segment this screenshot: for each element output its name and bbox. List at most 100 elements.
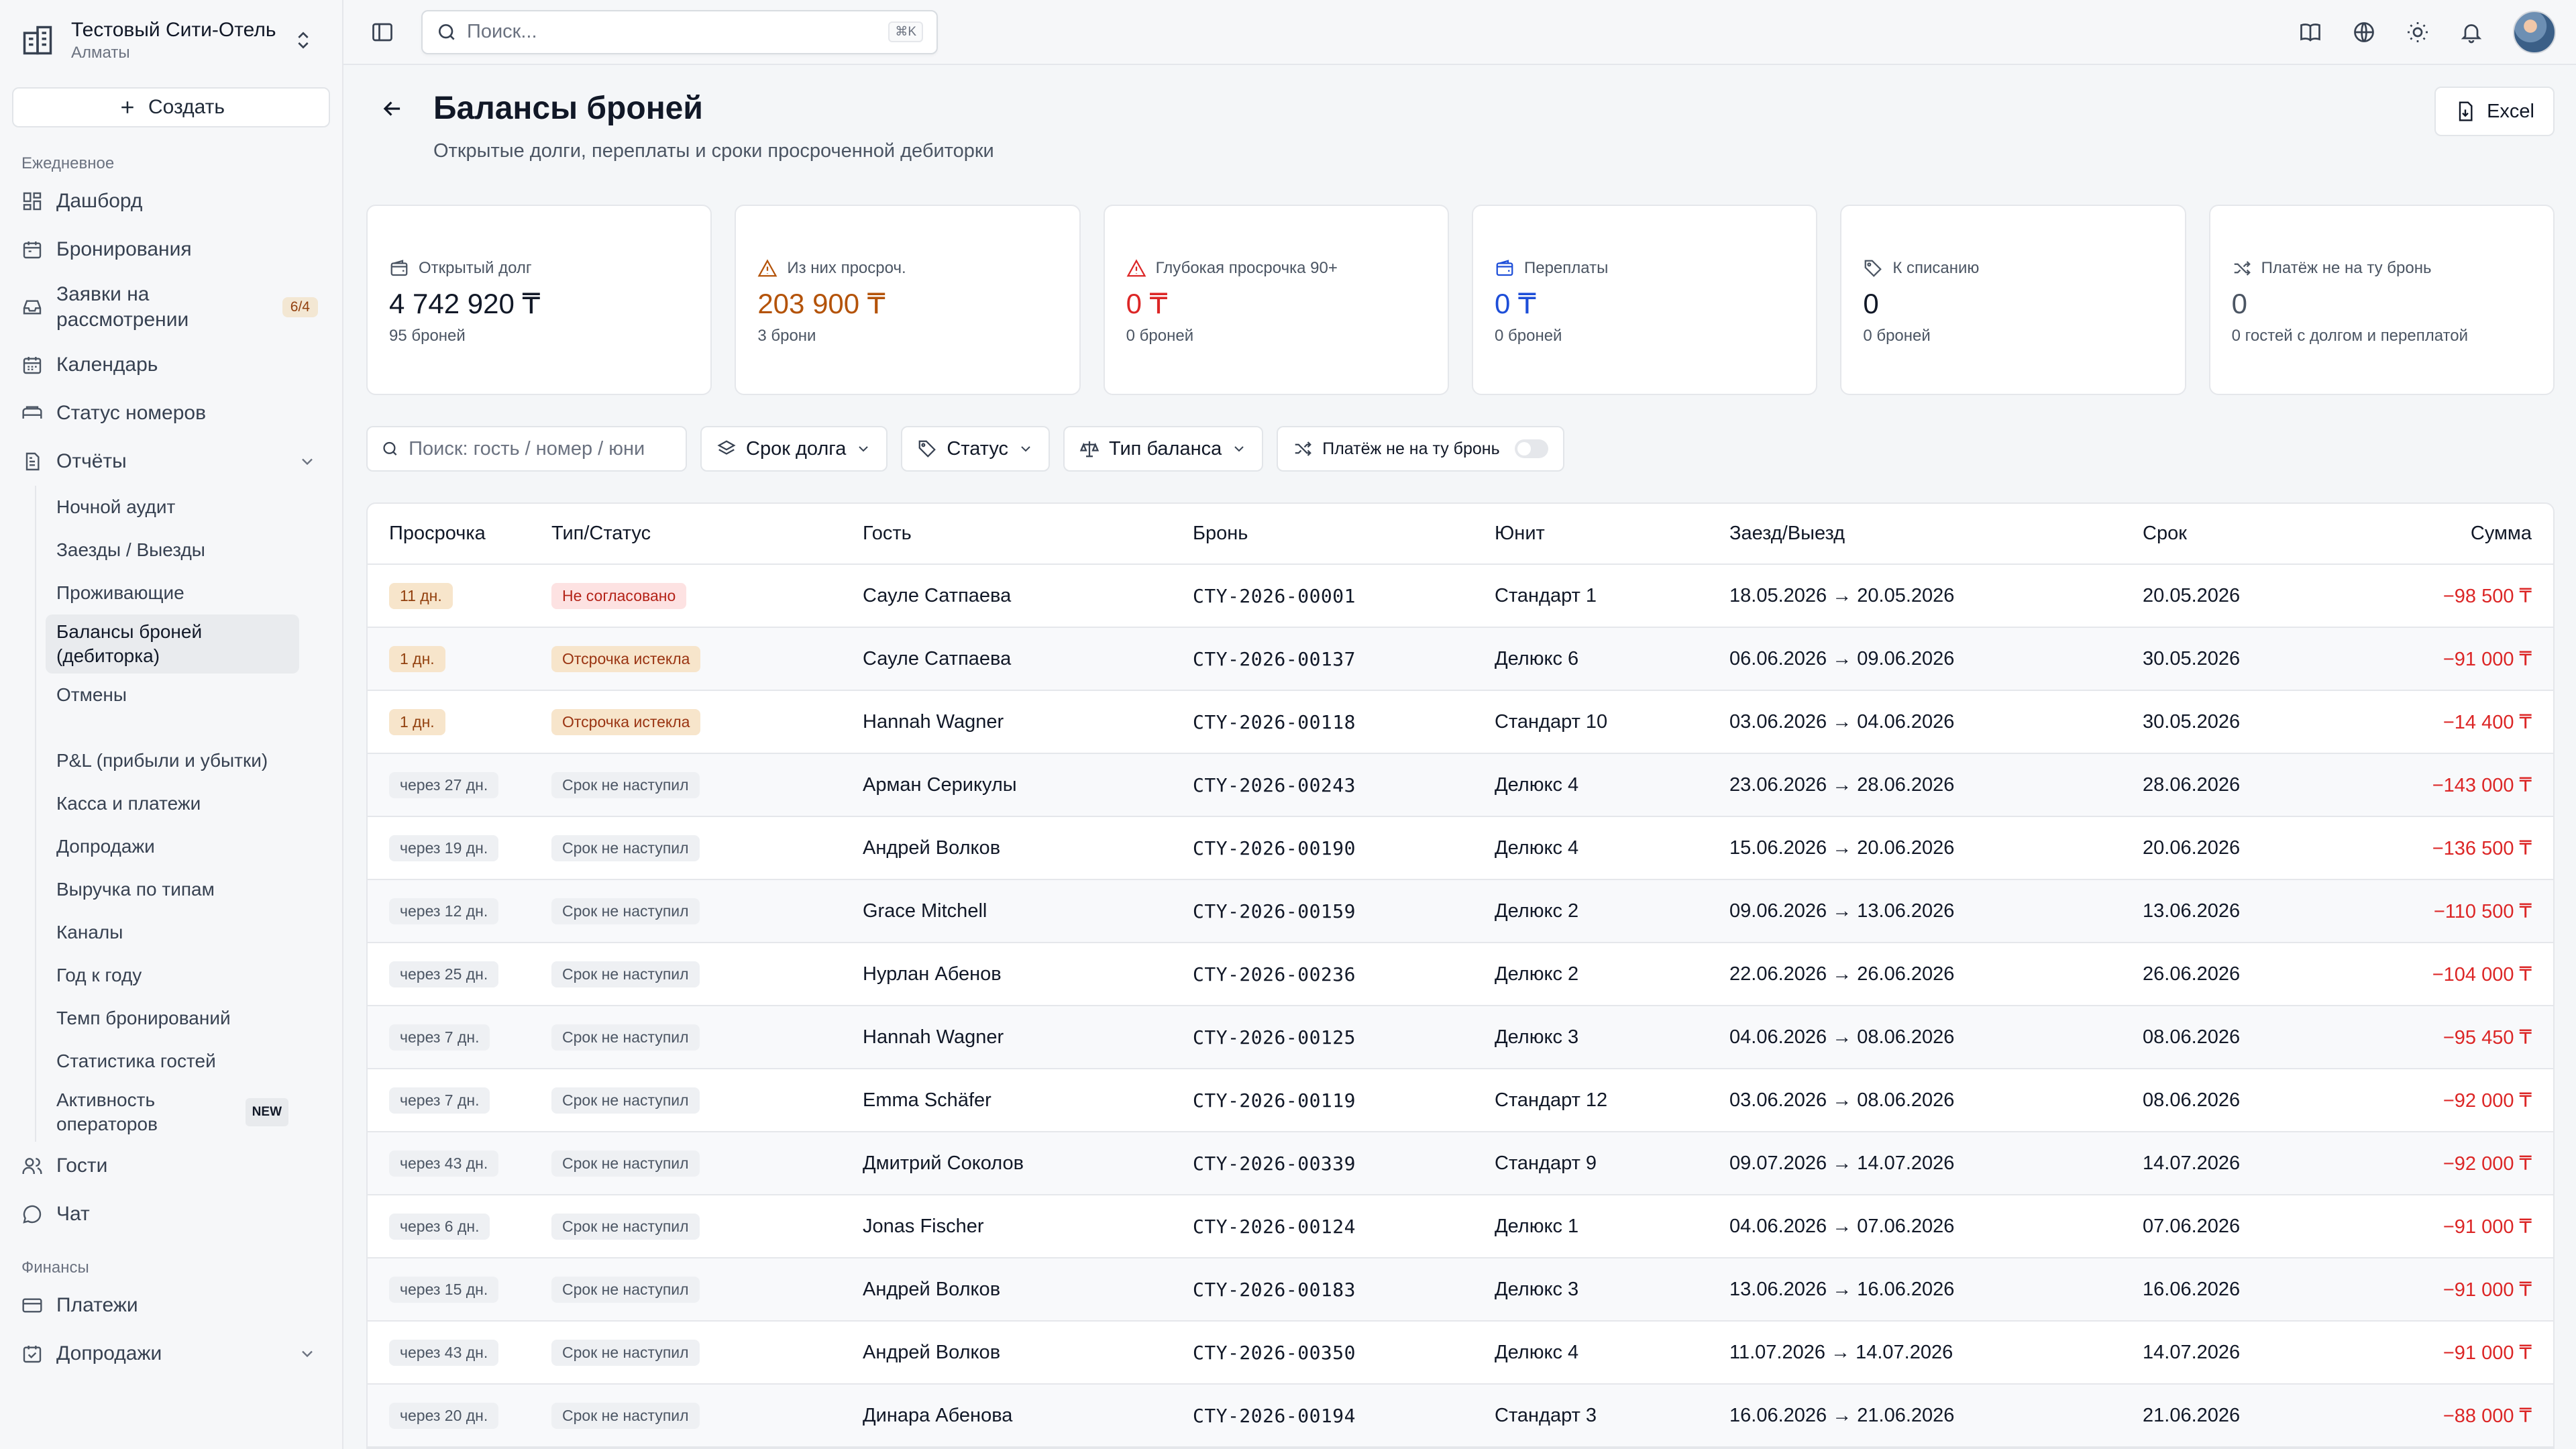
sidebar-toggle-icon[interactable] bbox=[370, 20, 394, 44]
report-night-audit[interactable]: Ночной аудит bbox=[46, 486, 299, 529]
table-row[interactable]: через 7 дн. Срок не наступил Emma Schäfer C… bbox=[368, 1069, 2553, 1132]
cell-amount: −91 000 ₸ bbox=[2356, 1195, 2553, 1258]
cell-booking[interactable]: CTY-2026-00159 bbox=[1171, 879, 1473, 943]
cell-booking[interactable]: CTY-2026-00243 bbox=[1171, 753, 1473, 817]
back-arrow-icon[interactable] bbox=[380, 96, 405, 121]
cell-guest[interactable]: Hannah Wagner bbox=[841, 1006, 1171, 1069]
sidebar-item-dashboard[interactable]: Дашборд bbox=[0, 177, 342, 225]
sidebar-item-reports[interactable]: Отчёты bbox=[0, 437, 342, 486]
sun-icon[interactable] bbox=[2406, 20, 2430, 44]
table-row[interactable]: 1 дн. Отсрочка истекла Hannah Wagner CTY-20… bbox=[368, 690, 2553, 754]
cell-dates: 09.07.2026 → 14.07.2026 bbox=[1708, 1132, 2121, 1195]
global-search[interactable]: ⌘K bbox=[421, 9, 938, 54]
col-guest[interactable]: Гость bbox=[841, 504, 1171, 565]
table-row[interactable]: 1 дн. Отсрочка истекла Сауле Сатпаева CTY-2… bbox=[368, 627, 2553, 691]
table-row[interactable]: через 25 дн. Срок не наступил Нурлан Абено… bbox=[368, 943, 2553, 1006]
report-arrivals-departures[interactable]: Заезды / Выезды bbox=[46, 529, 299, 572]
sidebar-item-payments[interactable]: Платежи bbox=[0, 1281, 342, 1330]
cell-guest[interactable]: Grace Mitchell bbox=[841, 879, 1171, 943]
report-cash-payments[interactable]: Касса и платежи bbox=[46, 782, 299, 825]
sidebar-item-room-status[interactable]: Статус номеров bbox=[0, 389, 342, 437]
cell-booking[interactable]: CTY-2026-00124 bbox=[1171, 1195, 1473, 1258]
kpi-label: Открытый долг bbox=[419, 259, 532, 277]
sidebar-item-upsells[interactable]: Допродажи bbox=[0, 1330, 342, 1378]
cell-guest[interactable]: Андрей Волков bbox=[841, 1258, 1171, 1322]
cell-booking[interactable]: CTY-2026-00001 bbox=[1171, 564, 1473, 628]
col-overdue[interactable]: Просрочка bbox=[368, 504, 530, 565]
sidebar-item-bookings[interactable]: Бронирования bbox=[0, 225, 342, 274]
table-row[interactable]: через 20 дн. Срок не наступил Динара Абено… bbox=[368, 1384, 2553, 1448]
sidebar-item-chat[interactable]: Чат bbox=[0, 1190, 342, 1238]
col-dates[interactable]: Заезд/Выезд bbox=[1708, 504, 2121, 565]
cell-booking[interactable]: CTY-2026-00137 bbox=[1171, 627, 1473, 691]
cell-booking[interactable]: CTY-2026-00118 bbox=[1171, 690, 1473, 754]
report-operator-activity[interactable]: Активность операторов NEW bbox=[46, 1083, 299, 1142]
status-badge: Срок не наступил bbox=[551, 1213, 700, 1240]
report-year-over-year[interactable]: Год к году bbox=[46, 954, 299, 997]
kpi-value: 0 ₸ bbox=[1126, 288, 1168, 319]
report-pnl[interactable]: P&L (прибыли и убытки) bbox=[46, 739, 299, 782]
table-row[interactable]: через 19 дн. Срок не наступил Андрей Волко… bbox=[368, 816, 2553, 880]
report-revenue-types[interactable]: Выручка по типам bbox=[46, 868, 299, 911]
sidebar-item-requests[interactable]: Заявки на рассмотрении 6/4 bbox=[0, 274, 342, 341]
table-row[interactable]: через 27 дн. Срок не наступил Арман Серику… bbox=[368, 753, 2553, 817]
bell-icon[interactable] bbox=[2459, 20, 2483, 44]
report-channels[interactable]: Каналы bbox=[46, 911, 299, 954]
report-upsells[interactable]: Допродажи bbox=[46, 825, 299, 868]
col-booking[interactable]: Бронь bbox=[1171, 504, 1473, 565]
cell-guest[interactable]: Нурлан Абенов bbox=[841, 943, 1171, 1006]
cell-booking[interactable]: CTY-2026-00190 bbox=[1171, 816, 1473, 880]
filter-wrong-payment-toggle[interactable]: Платёж не на ту бронь bbox=[1277, 426, 1564, 472]
kpi-overpayments: Переплаты 0 ₸ 0 броней bbox=[1471, 205, 1818, 395]
col-type-status[interactable]: Тип/Статус bbox=[530, 504, 841, 565]
global-search-input[interactable] bbox=[467, 21, 889, 43]
book-icon[interactable] bbox=[2298, 20, 2322, 44]
report-booking-pace[interactable]: Темп бронирований bbox=[46, 997, 299, 1040]
cell-due: 30.05.2026 bbox=[2121, 627, 2356, 691]
sidebar-item-calendar[interactable]: Календарь bbox=[0, 341, 342, 389]
cell-guest[interactable]: Андрей Волков bbox=[841, 816, 1171, 880]
cell-guest[interactable]: Hannah Wagner bbox=[841, 690, 1171, 754]
cell-booking[interactable]: CTY-2026-00339 bbox=[1171, 1132, 1473, 1195]
hotel-switcher[interactable]: Тестовый Сити-Отель Алматы bbox=[0, 0, 342, 80]
table-row[interactable]: 11 дн. Не согласовано Сауле Сатпаева CTY-20… bbox=[368, 564, 2553, 628]
report-cancellations[interactable]: Отмены bbox=[46, 674, 299, 716]
cell-guest[interactable]: Jonas Fischer bbox=[841, 1195, 1171, 1258]
user-avatar[interactable] bbox=[2513, 10, 2556, 54]
cell-booking[interactable]: CTY-2026-00125 bbox=[1171, 1006, 1473, 1069]
filter-term-dropdown[interactable]: Срок долга bbox=[700, 426, 888, 472]
cell-guest[interactable]: Андрей Волков bbox=[841, 1321, 1171, 1385]
table-row[interactable]: через 6 дн. Срок не наступил Jonas Fischer… bbox=[368, 1195, 2553, 1258]
cell-guest[interactable]: Динара Абенова bbox=[841, 1384, 1171, 1448]
create-button[interactable]: Создать bbox=[12, 87, 330, 127]
globe-icon[interactable] bbox=[2352, 20, 2376, 44]
cell-booking[interactable]: CTY-2026-00236 bbox=[1171, 943, 1473, 1006]
cell-guest[interactable]: Emma Schäfer bbox=[841, 1069, 1171, 1132]
cell-booking[interactable]: CTY-2026-00350 bbox=[1171, 1321, 1473, 1385]
report-in-house[interactable]: Проживающие bbox=[46, 572, 299, 614]
table-search[interactable] bbox=[366, 426, 687, 472]
col-due[interactable]: Срок bbox=[2121, 504, 2356, 565]
col-unit[interactable]: Юнит bbox=[1473, 504, 1708, 565]
col-amount[interactable]: Сумма bbox=[2356, 504, 2553, 565]
report-booking-balances[interactable]: Балансы броней (дебиторка) bbox=[46, 614, 299, 674]
cell-guest[interactable]: Арман Серикулы bbox=[841, 753, 1171, 817]
table-search-input[interactable] bbox=[409, 437, 672, 460]
filter-status-dropdown[interactable]: Статус bbox=[901, 426, 1051, 472]
cell-guest[interactable]: Сауле Сатпаева bbox=[841, 564, 1171, 628]
cell-booking[interactable]: CTY-2026-00194 bbox=[1171, 1384, 1473, 1448]
cell-guest[interactable]: Дмитрий Соколов bbox=[841, 1132, 1171, 1195]
table-row[interactable]: через 15 дн. Срок не наступил Андрей Волко… bbox=[368, 1258, 2553, 1322]
table-row[interactable]: через 43 дн. Срок не наступил Дмитрий Соко… bbox=[368, 1132, 2553, 1195]
filter-balance-type-dropdown[interactable]: Тип баланса bbox=[1063, 426, 1264, 472]
table-row[interactable]: через 43 дн. Срок не наступил Андрей Волко… bbox=[368, 1321, 2553, 1385]
toggle-switch[interactable] bbox=[1514, 439, 1548, 458]
sidebar-item-guests[interactable]: Гости bbox=[0, 1142, 342, 1190]
cell-booking[interactable]: CTY-2026-00183 bbox=[1171, 1258, 1473, 1322]
report-guest-stats[interactable]: Статистика гостей bbox=[46, 1040, 299, 1083]
table-row[interactable]: через 12 дн. Срок не наступил Grace Mitche… bbox=[368, 879, 2553, 943]
cell-guest[interactable]: Сауле Сатпаева bbox=[841, 627, 1171, 691]
cell-booking[interactable]: CTY-2026-00119 bbox=[1171, 1069, 1473, 1132]
export-excel-button[interactable]: Excel bbox=[2434, 87, 2555, 136]
table-row[interactable]: через 7 дн. Срок не наступил Hannah Wagner… bbox=[368, 1006, 2553, 1069]
